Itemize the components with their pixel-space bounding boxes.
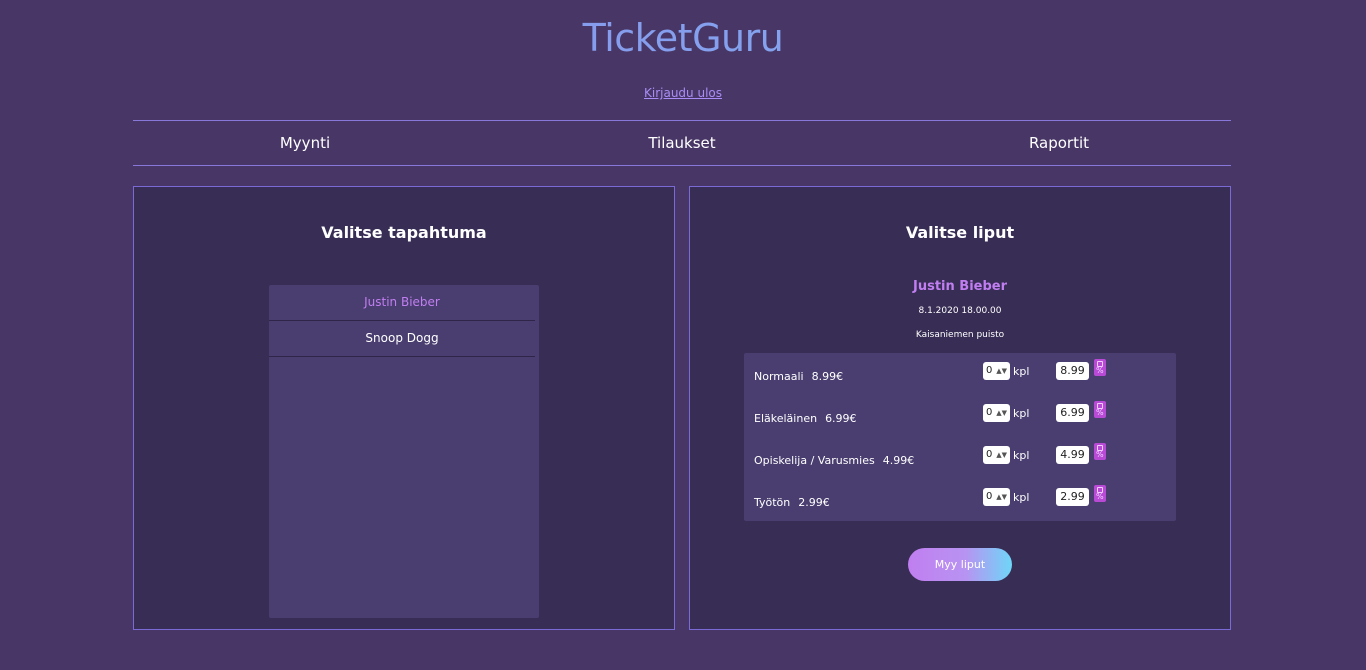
tab-raportit[interactable]: Raportit: [1029, 121, 1089, 165]
selected-event-name: Justin Bieber: [913, 279, 1007, 294]
sell-tickets-button[interactable]: Myy liput: [908, 548, 1012, 581]
quantity-input[interactable]: 0 ▲▼: [983, 446, 1010, 464]
logout-row: Kirjaudu ulos: [0, 86, 1366, 100]
selected-event-datetime: 8.1.2020 18.00.00: [918, 306, 1002, 316]
ticket-price: 2.99€: [798, 496, 830, 509]
price-input[interactable]: 2.99: [1056, 488, 1089, 506]
selected-event-venue: Kaisaniemen puisto: [915, 330, 1005, 340]
price-input[interactable]: 6.99: [1056, 404, 1089, 422]
ticket-row-normaali: Normaali 8.99€ 0 ▲▼ kpl 8.99: [744, 353, 1176, 395]
spinner-arrows-icon[interactable]: ▲▼: [996, 488, 1007, 506]
event-list: Justin Bieber Snoop Dogg: [269, 285, 539, 618]
discount-tag-icon[interactable]: [1094, 359, 1106, 376]
ticket-label: Eläkeläinen 6.99€: [754, 412, 857, 425]
ticket-type-name: Normaali: [754, 370, 804, 383]
quantity-unit: kpl: [1013, 449, 1030, 462]
spinner-arrows-icon[interactable]: ▲▼: [996, 446, 1007, 464]
event-selection-panel: Valitse tapahtuma Justin Bieber Snoop Do…: [133, 186, 675, 630]
ticket-panel-heading: Valitse liput: [905, 223, 1015, 242]
quantity-input[interactable]: 0 ▲▼: [983, 404, 1010, 422]
price-input[interactable]: 8.99: [1056, 362, 1089, 380]
event-item-justin-bieber[interactable]: Justin Bieber: [269, 285, 535, 321]
spinner-arrows-icon[interactable]: ▲▼: [996, 362, 1007, 380]
quantity-unit: kpl: [1013, 365, 1030, 378]
ticket-type-list: Normaali 8.99€ 0▲▼ kpl 8.99 Eläkeläinen 6.…: [744, 353, 1176, 521]
logout-link[interactable]: Kirjaudu ulos: [644, 86, 722, 100]
quantity-input[interactable]: 0 ▲▼: [983, 362, 1010, 380]
ticket-row-opiskelija: Opiskelija / Varusmies 4.99€ 0 ▲▼ kpl 4.99: [744, 437, 1176, 479]
discount-tag-icon[interactable]: [1094, 443, 1106, 460]
ticket-type-name: Eläkeläinen: [754, 412, 818, 425]
price-input[interactable]: 4.99: [1056, 446, 1089, 464]
ticket-row-elakelainen: Eläkeläinen 6.99€ 0 ▲▼ kpl 6.99: [744, 395, 1176, 437]
discount-tag-icon[interactable]: [1094, 485, 1106, 502]
ticket-type-name: Työtön: [754, 496, 791, 509]
ticket-type-name: Opiskelija / Varusmies: [754, 454, 875, 467]
ticket-price: 8.99€: [811, 370, 844, 383]
ticket-price: 6.99€: [825, 412, 857, 425]
tab-tilaukset[interactable]: Tilaukset: [648, 121, 715, 165]
quantity-input[interactable]: 0 ▲▼: [983, 488, 1010, 506]
discount-tag-icon[interactable]: [1094, 401, 1106, 418]
tab-myynti[interactable]: Myynti: [280, 121, 330, 165]
ticket-row-tyoton: Työtön 2.99€ 0 ▲▼ kpl 2.99: [744, 479, 1176, 521]
quantity-unit: kpl: [1013, 491, 1030, 504]
event-panel-heading: Valitse tapahtuma: [321, 223, 487, 242]
spinner-arrows-icon[interactable]: ▲▼: [996, 404, 1007, 422]
ticket-label: Opiskelija / Varusmies 4.99€: [754, 454, 914, 467]
ticket-label: Työtön 2.99€: [754, 496, 830, 509]
ticket-label: Normaali 8.99€: [754, 370, 843, 383]
app-title: TicketGuru: [0, 14, 1366, 62]
main-nav: Myynti Tilaukset Raportit: [133, 120, 1231, 166]
ticket-selection-panel: Valitse liput Justin Bieber 8.1.2020 18.…: [689, 186, 1231, 630]
quantity-unit: kpl: [1013, 407, 1030, 420]
event-item-snoop-dogg[interactable]: Snoop Dogg: [269, 321, 535, 357]
ticket-price: 4.99€: [882, 454, 915, 467]
